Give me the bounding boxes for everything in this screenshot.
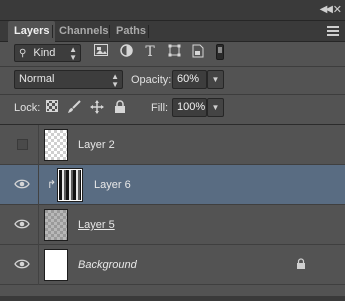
smart-object-filter-icon[interactable] bbox=[190, 44, 206, 60]
blend-mode-select[interactable]: Normal ▲ ▼ bbox=[14, 70, 123, 89]
search-icon: ⚲ bbox=[19, 48, 27, 59]
lock-transparent-icon[interactable] bbox=[44, 100, 59, 115]
layer-row-background[interactable]: Background bbox=[0, 245, 345, 285]
visibility-toggle-off[interactable] bbox=[17, 139, 28, 150]
lock-icon[interactable] bbox=[295, 258, 307, 270]
adjustment-filter-icon[interactable] bbox=[118, 44, 134, 60]
eye-icon[interactable] bbox=[14, 177, 30, 191]
layer-name[interactable]: Layer 6 bbox=[94, 165, 131, 205]
layer-thumbnail bbox=[44, 129, 68, 161]
tab-divider bbox=[148, 25, 149, 38]
chevron-updown-icon: ▲ ▼ bbox=[69, 45, 77, 62]
layer-name[interactable]: Layer 2 bbox=[78, 125, 115, 165]
blend-mode-value: Normal bbox=[19, 73, 55, 85]
lock-all-icon[interactable] bbox=[112, 100, 127, 115]
kind-filter-label: Kind bbox=[33, 47, 56, 59]
panel-top-strip: ◀◀ ✕ bbox=[0, 0, 345, 21]
column-divider bbox=[38, 205, 39, 245]
panel-menu-icon[interactable] bbox=[327, 26, 339, 36]
lock-image-icon[interactable] bbox=[66, 100, 81, 115]
fill-input[interactable]: 100% bbox=[172, 98, 207, 117]
chevron-updown-icon: ▲ ▼ bbox=[111, 72, 119, 89]
opacity-slider-button[interactable]: ▼ bbox=[207, 70, 224, 89]
divider bbox=[0, 94, 345, 95]
fill-slider-button[interactable]: ▼ bbox=[207, 98, 224, 117]
column-divider bbox=[38, 245, 39, 285]
opacity-label: Opacity: bbox=[131, 74, 172, 86]
layer-name[interactable]: Background bbox=[78, 245, 137, 285]
layer-name[interactable]: Layer 5 bbox=[78, 205, 115, 245]
filter-toggle-icon[interactable] bbox=[216, 44, 224, 60]
eye-icon[interactable] bbox=[14, 257, 30, 271]
layer-row-layer-6[interactable]: ↱ Layer 6 bbox=[0, 165, 345, 205]
tab-channels[interactable]: Channels bbox=[53, 21, 115, 42]
layer-thumbnail bbox=[57, 168, 83, 202]
type-filter-icon[interactable]: T bbox=[142, 44, 158, 60]
opacity-input[interactable]: 60% bbox=[172, 70, 207, 89]
layer-row-layer-2[interactable]: Layer 2 bbox=[0, 125, 345, 165]
clipping-mask-icon: ↱ bbox=[47, 179, 57, 191]
panel-bottom-bar bbox=[0, 296, 345, 301]
kind-filter-select[interactable]: ⚲ Kind ▲ ▼ bbox=[14, 44, 81, 62]
tab-paths[interactable]: Paths bbox=[110, 21, 152, 42]
divider bbox=[0, 66, 345, 67]
column-divider bbox=[38, 125, 39, 165]
layer-thumbnail bbox=[44, 209, 68, 241]
fill-label: Fill: bbox=[151, 102, 169, 114]
layer-thumbnail bbox=[44, 249, 68, 281]
collapse-panel-icon[interactable]: ◀◀ bbox=[320, 4, 333, 15]
layer-row-layer-5[interactable]: Layer 5 bbox=[0, 205, 345, 245]
eye-icon[interactable] bbox=[14, 217, 30, 231]
column-divider bbox=[38, 165, 39, 205]
lock-label: Lock: bbox=[14, 102, 41, 114]
lock-position-icon[interactable] bbox=[89, 100, 104, 115]
panel-tab-bar: Layers Channels Paths bbox=[0, 21, 345, 42]
layers-list: Layer 2 ↱ Layer 6 Layer 5 Background bbox=[0, 124, 345, 296]
close-panel-icon[interactable]: ✕ bbox=[333, 3, 342, 16]
pixel-filter-icon[interactable] bbox=[93, 44, 109, 60]
shape-filter-icon[interactable] bbox=[166, 44, 182, 60]
tab-layers[interactable]: Layers bbox=[8, 21, 56, 42]
